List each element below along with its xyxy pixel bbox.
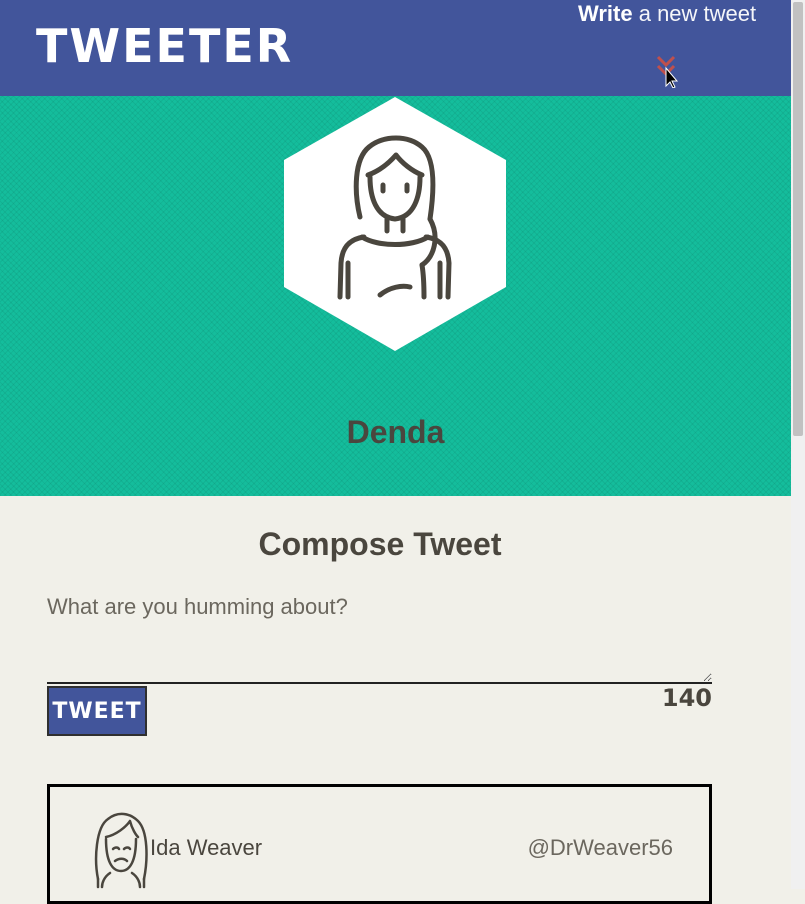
compose-link-bold: Write <box>578 1 633 26</box>
top-nav-bar: TWEETER Write a new tweet <box>0 0 791 96</box>
profile-name: Denda <box>346 414 445 450</box>
compose-link-text: a new tweet <box>632 1 757 26</box>
compose-title: Compose Tweet <box>258 526 502 562</box>
page-scrollbar-thumb[interactable] <box>793 2 803 436</box>
profile-banner: Denda <box>0 96 791 496</box>
tweet-submit-button[interactable]: TWEET <box>47 686 147 736</box>
woman-avatar-icon <box>94 812 148 889</box>
girl-avatar-icon <box>284 97 506 351</box>
tweet-textarea[interactable] <box>47 594 712 684</box>
tweet-author-name: Ida Weaver <box>150 835 263 860</box>
write-new-tweet-link[interactable]: Write a new tweet <box>578 0 756 28</box>
app-logo: TWEETER <box>36 19 294 73</box>
tweet-author-handle: @DrWeaver56 <box>527 835 673 860</box>
char-counter: 140 <box>661 684 712 712</box>
chevron-down-double-icon[interactable] <box>654 54 680 88</box>
tweet-card: Ida Weaver @DrWeaver56 <box>47 784 712 904</box>
